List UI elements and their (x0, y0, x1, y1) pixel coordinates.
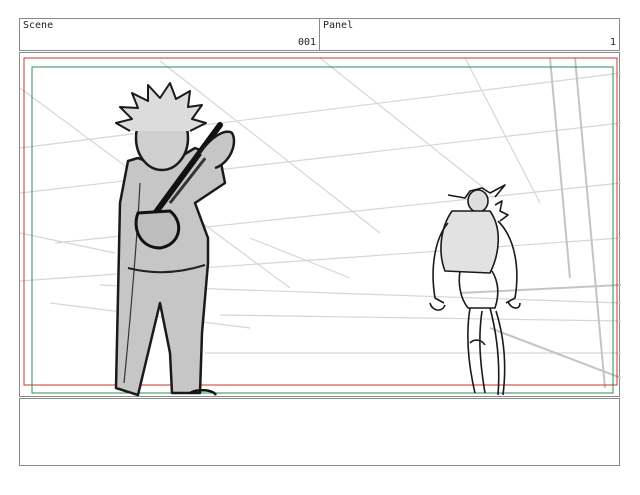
panel-label: Panel (323, 20, 354, 31)
panel-field[interactable]: Panel 1 (319, 18, 620, 51)
scene-field[interactable]: Scene 001 (19, 18, 320, 51)
character-left-sketch (114, 82, 236, 397)
storyboard-frame[interactable] (19, 52, 621, 397)
panel-number: 1 (609, 37, 616, 48)
safe-area-outer-red (23, 57, 618, 386)
scene-number: 001 (297, 37, 316, 48)
scene-label: Scene (23, 20, 54, 31)
sketch-drawing (20, 57, 621, 397)
perspective-lines (20, 57, 621, 354)
notes-area[interactable] (19, 398, 620, 466)
